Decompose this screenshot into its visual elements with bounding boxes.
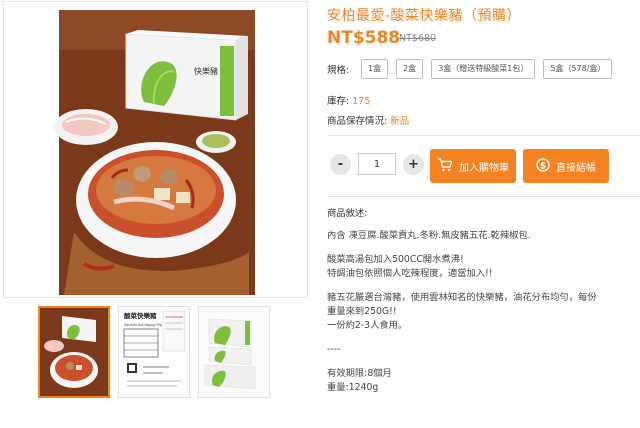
cart-icon [437,157,453,175]
quantity-minus-button[interactable]: - [330,153,351,175]
quantity-stepper: - + [330,153,424,175]
description-pork-2: 重量來到250G!! [327,306,397,317]
description-weight: 重量:1240g [327,382,379,393]
spec-option-5[interactable]: 5盒（578/盒） [543,59,613,79]
description-serving: 一份約2-3人食用。 [327,320,408,331]
divider [327,135,640,136]
stock-value: 175 [352,96,371,107]
sale-price: NT$588 [327,28,401,48]
thumbnail-strip: 酸菜快樂豬 Sauerkraut Happy Pig [38,306,270,398]
main-product-image[interactable]: 快樂豬 [3,1,308,298]
quantity-plus-button[interactable]: + [403,153,424,175]
description-contents: 內含 凍豆腐.酸菜貢丸.冬粉.無皮豬五花.乾辣椒包. [327,230,531,241]
thumbnail-2[interactable]: 酸菜快樂豬 Sauerkraut Happy Pig [118,306,190,398]
label-subtitle: Sauerkraut Happy Pig [124,323,162,327]
description-separator: ---- [327,344,341,355]
stock-label: 庫存: [327,96,350,107]
checkout-label: 直接結帳 [556,162,596,174]
product-description: 商品敘述: 內含 凍豆腐.酸菜貢丸.冬粉.無皮豬五花.乾辣椒包. 酸菜高湯包加入… [327,207,640,395]
condition-value: 新品 [390,116,410,127]
dollar-icon: $ [536,157,550,175]
add-to-cart-button[interactable]: 加入購物車 [430,149,516,183]
thumbnail-1[interactable] [38,306,110,398]
spec-option-3[interactable]: 3盒（贈送特級酸菜1包） [431,59,536,79]
add-to-cart-label: 加入購物車 [459,162,509,174]
description-pork-1: 豬五花嚴選台灣豬，使用雲林知名的快樂豬，油花分布均勻，每份 [327,292,597,303]
label-title: 酸菜快樂豬 [124,311,157,320]
divider [327,196,640,197]
product-title: 安柏最愛-酸菜快樂豬（預購） [327,8,522,24]
checkout-button[interactable]: $ 直接結帳 [523,149,609,183]
stock-row: 庫存: 175 [327,93,370,107]
spec-options: 1盒 2盒 3盒（贈送特級酸菜1包） 5盒（578/盒） [361,59,613,79]
description-heading: 商品敘述: [327,208,368,219]
thumbnail-3[interactable] [198,306,270,398]
condition-label: 商品保存情況: [327,116,388,127]
original-price: NT$680 [399,33,437,44]
spec-label: 規格: [327,65,350,76]
description-step1: 酸菜高湯包加入500CC開水煮沸! [327,254,464,265]
condition-row: 商品保存情況: 新品 [327,113,409,127]
spec-option-2[interactable]: 2盒 [396,59,424,79]
description-step2: 特調油包依照個人吃辣程度，適當加入!! [327,268,493,279]
svg-text:$: $ [540,161,546,171]
box-label-text: 快樂豬 [194,66,218,76]
quantity-input[interactable] [358,153,396,175]
description-shelf-life: 有效期限:8個月 [327,368,392,379]
spec-option-1[interactable]: 1盒 [361,59,389,79]
